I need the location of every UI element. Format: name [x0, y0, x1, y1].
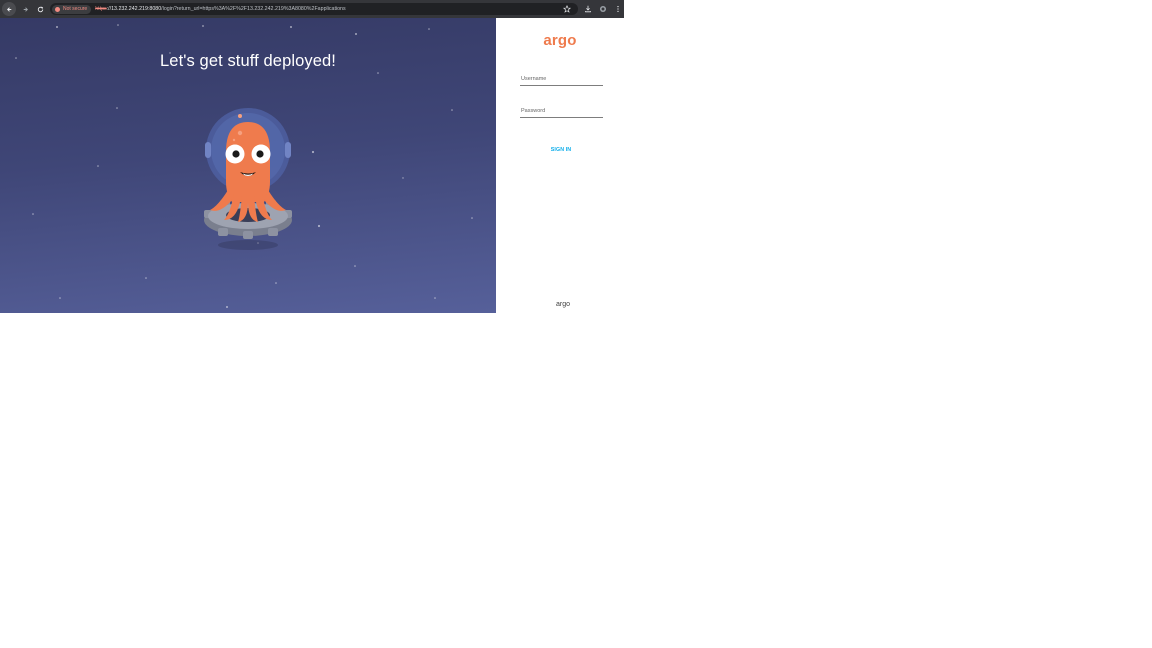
extension-icon [599, 5, 607, 13]
star-icon [563, 5, 571, 13]
warning-icon [55, 6, 60, 12]
argo-mascot-illustration [204, 108, 292, 250]
download-button[interactable] [582, 3, 594, 15]
browser-toolbar: Not secure https ://13.232.242.219:8080/… [0, 0, 624, 18]
username-input[interactable] [520, 74, 603, 86]
forward-button[interactable] [18, 2, 32, 16]
argo-logo: argo [543, 32, 577, 49]
url-text[interactable]: https ://13.232.242.219:8080/login?retur… [95, 6, 345, 12]
extension-button[interactable] [597, 3, 609, 15]
hero-panel: Let's get stuff deployed! [0, 18, 496, 313]
footer-argo-logo: argo [555, 301, 570, 308]
security-indicator[interactable]: Not secure [52, 4, 92, 14]
browser-menu-button[interactable] [612, 3, 624, 15]
browser-viewport: Not secure https ://13.232.242.219:8080/… [0, 0, 624, 313]
reload-button[interactable] [33, 2, 47, 16]
security-label: Not secure [63, 6, 88, 12]
address-bar[interactable]: Not secure https ://13.232.242.219:8080/… [50, 3, 578, 15]
password-input[interactable] [520, 106, 603, 118]
menu-icon [617, 5, 619, 13]
bookmark-button[interactable] [562, 4, 572, 14]
url-host: ://13.232.242.219:8080 [106, 6, 162, 12]
back-button[interactable] [2, 2, 16, 16]
forward-icon [23, 6, 28, 12]
reload-icon [37, 6, 43, 12]
hero-title: Let's get stuff deployed! [160, 52, 336, 70]
url-path: /login?return_url=https%3A%2F%2F13.232.2… [161, 6, 346, 12]
download-icon [585, 5, 591, 13]
sign-in-button[interactable]: SIGN IN [544, 145, 578, 155]
login-panel: argo SIGN IN argo [496, 18, 624, 313]
back-icon [6, 6, 11, 12]
url-scheme: https [95, 6, 107, 12]
